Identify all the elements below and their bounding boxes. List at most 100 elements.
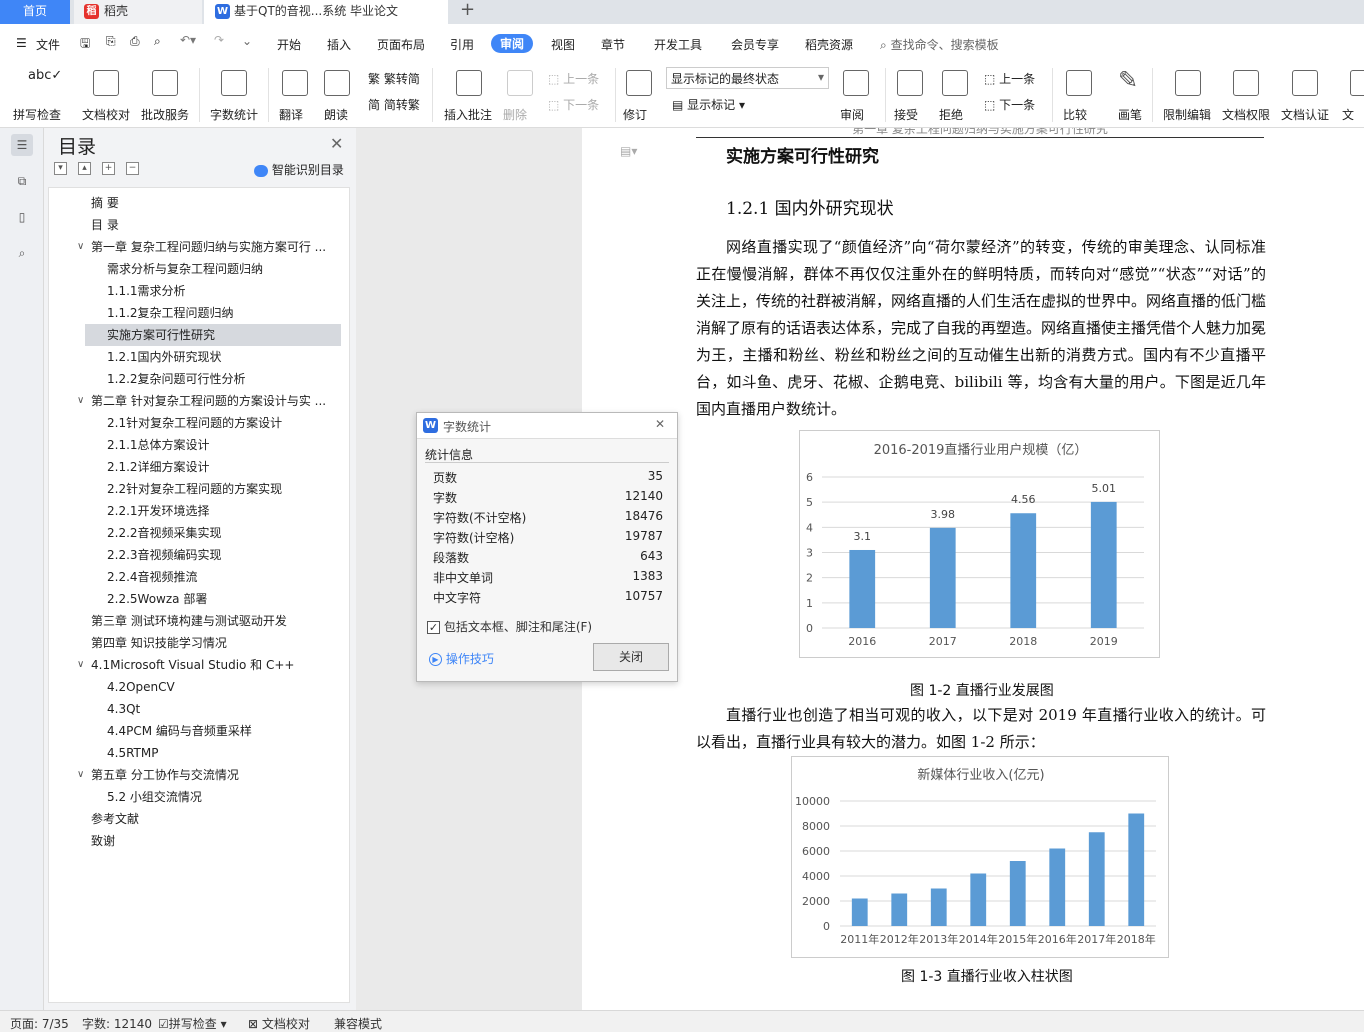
income-chart[interactable]: 新媒体行业收入(亿元) 0 2000 4000 6000 8000 10000 2011年 20… (791, 756, 1169, 958)
toc-item[interactable]: 2.2.3音视频编码实现 (49, 544, 349, 566)
toc-item[interactable]: 第三章 测试环境构建与测试驱动开发 (49, 610, 349, 632)
toc-item[interactable]: 4.5RTMP (49, 742, 349, 764)
toc-item[interactable]: 2.2.5Wowza 部署 (49, 588, 349, 610)
status-spell-check[interactable]: ☑拼写检查 ▾ (158, 1015, 227, 1032)
menu-start[interactable]: 开始 (277, 36, 301, 53)
redo-icon[interactable]: ↷ (214, 33, 224, 47)
menu-view[interactable]: 视图 (551, 36, 575, 53)
toc-item[interactable]: 2.2.4音视频推流 (49, 566, 349, 588)
toc-item[interactable]: 4.4PCM 编码与音频重采样 (49, 720, 349, 742)
page-indicator[interactable]: 页面: 7/35 (10, 1015, 69, 1032)
expand-arrow-icon[interactable]: ∨ (77, 236, 84, 258)
expand-all-icon[interactable]: ▾ (54, 162, 67, 175)
show-marks-button[interactable]: ▤ 显示标记 ▾ (672, 96, 745, 113)
heading-1: 实施方案可行性研究 (726, 147, 879, 167)
prev-change-button[interactable]: ⬚ 上一条 (984, 70, 1035, 87)
new-tab-icon[interactable]: + (460, 0, 475, 20)
close-dialog-button[interactable]: 关闭 (593, 643, 669, 671)
toc-item[interactable]: 1.2.1国内外研究现状 (49, 346, 349, 368)
hamburger-icon[interactable]: ☰ (16, 36, 27, 50)
toc-item[interactable]: 参考文献 (49, 808, 349, 830)
print-icon[interactable]: ⎙ (130, 34, 140, 49)
toc-item[interactable]: 实施方案可行性研究 (85, 324, 341, 346)
next-comment-button[interactable]: ⬚ 下一条 (548, 96, 599, 113)
markup-state-select[interactable]: 显示标记的最终状态 ▾ (666, 67, 829, 89)
user-scale-chart[interactable]: 2016-2019直播行业用户规模（亿） 0 1 2 3 4 5 6 2016 3.1 2017 3.… (799, 430, 1160, 658)
toc-item[interactable]: 1.2.2复杂问题可行性分析 (49, 368, 349, 390)
smart-toc-button[interactable]: 智能识别目录 (254, 161, 344, 178)
tab-home[interactable]: 首页 (0, 0, 70, 24)
menu-file[interactable]: 文件 (36, 36, 60, 53)
toc-item[interactable]: ∨ 第五章 分工协作与交流情况 (49, 764, 349, 786)
tips-link[interactable]: ▶ 操作技巧 (429, 650, 494, 667)
toc-item[interactable]: 4.2OpenCV (49, 676, 349, 698)
chapter-nav-icon[interactable]: ⧉ (11, 170, 33, 192)
print-preview-icon[interactable]: ⌕ (154, 34, 161, 49)
toc-item-label: 1.1.1需求分析 (107, 284, 186, 298)
menu-review[interactable]: 审阅 (491, 34, 534, 53)
income-chart-svg: 新媒体行业收入(亿元)02000400060008000100002011年 20… (795, 767, 1156, 946)
toc-item[interactable]: 致谢 (49, 830, 349, 852)
expand-arrow-icon[interactable]: ∨ (77, 390, 84, 412)
tips-label: 操作技巧 (445, 652, 494, 666)
toc-item[interactable]: 2.1.1总体方案设计 (49, 434, 349, 456)
toc-item[interactable]: ∨ 4.1Microsoft Visual Studio 和 C++ (49, 654, 349, 676)
toc-item[interactable]: 4.3Qt (49, 698, 349, 720)
trad-to-simp-button[interactable]: 繁 繁转简 (368, 70, 420, 87)
menu-daoke-resources[interactable]: 稻壳资源 (805, 36, 853, 53)
toc-item[interactable]: ∨ 第一章 复杂工程问题归纳与实施方案可行 ... (49, 236, 349, 258)
collapse-all-icon[interactable]: ▴ (78, 162, 91, 175)
toc-panel-icon[interactable]: ☰ (11, 134, 33, 156)
dialog-close-icon[interactable]: ✕ (655, 417, 665, 431)
bookmark-icon[interactable]: ▯ (11, 206, 33, 228)
toc-item[interactable]: 2.2.2音视频采集实现 (49, 522, 349, 544)
menu-layout[interactable]: 页面布局 (377, 36, 425, 53)
menu-reference[interactable]: 引用 (450, 36, 474, 53)
add-heading-icon[interactable]: + (102, 162, 115, 175)
doc-permission-label: 文档权限 (1222, 108, 1271, 122)
toc-item[interactable]: 2.1.2详细方案设计 (49, 456, 349, 478)
doc-menu-icon[interactable]: ▤▾ (620, 144, 637, 158)
close-pane-icon[interactable]: ✕ (330, 134, 343, 153)
bar (1010, 513, 1037, 628)
menu-insert[interactable]: 插入 (327, 36, 351, 53)
toc-item[interactable]: 目 录 (49, 214, 349, 236)
find-icon[interactable]: ⌕ (11, 242, 33, 264)
toc-item[interactable]: 2.2.1开发环境选择 (49, 500, 349, 522)
menu-chapter[interactable]: 章节 (601, 36, 625, 53)
remove-heading-icon[interactable]: − (126, 162, 139, 175)
quick-access-more-icon[interactable]: ⌄ (242, 34, 252, 48)
toc-item[interactable]: 1.1.2复杂工程问题归纳 (49, 302, 349, 324)
tab-daoke[interactable]: 稻 稻壳 (74, 0, 202, 24)
include-textbox-checkbox[interactable]: ✓ 包括文本框、脚注和尾注(F) (427, 618, 592, 635)
prev-comment-button[interactable]: ⬚ 上一条 (548, 70, 599, 87)
next-change-button[interactable]: ⬚ 下一条 (984, 96, 1035, 113)
word-count-indicator[interactable]: 字数: 12140 (82, 1015, 152, 1032)
menu-dev-tools[interactable]: 开发工具 (654, 36, 702, 53)
status-proofread[interactable]: ⊠ 文档校对 (248, 1015, 310, 1032)
toc-item-label: 4.3Qt (107, 702, 141, 716)
toc-item[interactable]: 1.1.1需求分析 (49, 280, 349, 302)
toc-item[interactable]: 2.1针对复杂工程问题的方案设计 (49, 412, 349, 434)
toc-item[interactable]: 2.2针对复杂工程问题的方案实现 (49, 478, 349, 500)
tab-document[interactable]: W 基于QT的音视...系统 毕业论文 ▭ ✕ (204, 0, 448, 24)
menu-member[interactable]: 会员专享 (731, 36, 779, 53)
save-icon[interactable]: 🖫 (80, 34, 90, 55)
toc-list: 摘 要目 录 ∨ 第一章 复杂工程问题归纳与实施方案可行 ... 需求分析与复杂工程问… (48, 187, 350, 1003)
toc-item[interactable]: 第四章 知识技能学习情况 (49, 632, 349, 654)
simp-to-trad-button[interactable]: 简 简转繁 (368, 96, 420, 113)
expand-arrow-icon[interactable]: ∨ (77, 654, 84, 676)
stats-section-label: 统计信息 (425, 448, 474, 462)
export-pdf-icon[interactable]: ⎘ (106, 34, 116, 49)
ribbon-divider (432, 68, 433, 122)
toc-item[interactable]: 摘 要 (49, 192, 349, 214)
undo-icon[interactable]: ↶▾ (180, 33, 196, 47)
batch-service-label: 批改服务 (141, 108, 190, 122)
toc-item-label: 第五章 分工协作与交流情况 (91, 768, 239, 782)
toc-item[interactable]: 需求分析与复杂工程问题归纳 (49, 258, 349, 280)
expand-arrow-icon[interactable]: ∨ (77, 764, 84, 786)
command-search[interactable]: ⌕ 查找命令、搜索模板 (880, 36, 999, 53)
y-tick-label: 1 (806, 597, 813, 610)
toc-item[interactable]: ∨ 第二章 针对复杂工程问题的方案设计与实 ... (49, 390, 349, 412)
toc-item[interactable]: 5.2 小组交流情况 (49, 786, 349, 808)
